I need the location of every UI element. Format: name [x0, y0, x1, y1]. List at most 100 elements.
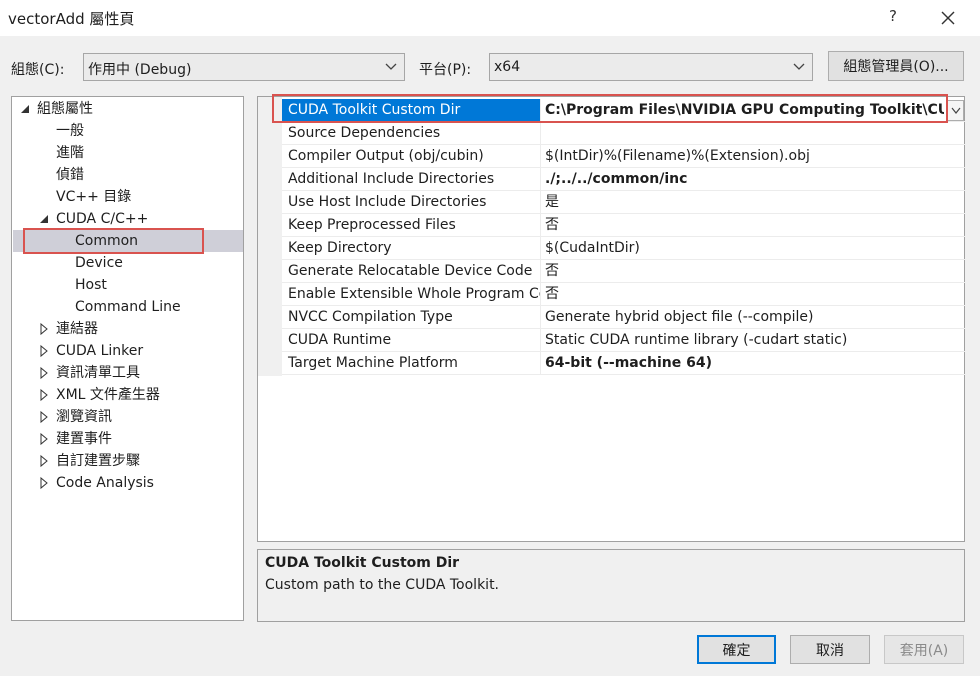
- tree-item-label: 自訂建置步驟: [56, 453, 140, 469]
- config-label: 組態(C):: [11, 62, 65, 78]
- collapsed-arrow-icon[interactable]: [39, 318, 49, 340]
- property-name: Generate Relocatable Device Code: [282, 260, 541, 282]
- property-name: Source Dependencies: [282, 122, 541, 144]
- property-row-additional-include-dirs[interactable]: Additional Include Directories ./;../../…: [282, 168, 965, 191]
- chevron-down-icon: [385, 63, 397, 70]
- tree-item-custom-build-step[interactable]: 自訂建置步驟: [12, 450, 243, 472]
- property-name: Enable Extensible Whole Program Compilat…: [282, 283, 541, 305]
- tree-item-label: Host: [75, 277, 107, 293]
- property-value[interactable]: 否: [542, 214, 945, 236]
- cancel-button[interactable]: 取消: [790, 635, 870, 664]
- tree-item-device[interactable]: Device: [12, 252, 243, 274]
- close-button[interactable]: [938, 8, 958, 28]
- property-row-keep-preprocessed-files[interactable]: Keep Preprocessed Files 否: [282, 214, 965, 237]
- collapsed-arrow-icon[interactable]: [39, 428, 49, 450]
- chevron-down-icon: [951, 107, 961, 114]
- platform-value: x64: [494, 59, 521, 75]
- tree-item-label: 建置事件: [56, 431, 112, 447]
- property-row-compiler-output[interactable]: Compiler Output (obj/cubin) $(IntDir)%(F…: [282, 145, 965, 168]
- property-value[interactable]: 否: [542, 283, 945, 305]
- collapsed-arrow-icon[interactable]: [39, 472, 49, 494]
- tree-item-label: 進階: [56, 145, 84, 161]
- collapsed-arrow-icon[interactable]: [39, 450, 49, 472]
- property-row-keep-directory[interactable]: Keep Directory $(CudaIntDir): [282, 237, 965, 260]
- property-value[interactable]: $(IntDir)%(Filename)%(Extension).obj: [542, 145, 945, 167]
- property-row-nvcc-compilation-type[interactable]: NVCC Compilation Type Generate hybrid ob…: [282, 306, 965, 329]
- property-row-enable-extensible-whole-program[interactable]: Enable Extensible Whole Program Compilat…: [282, 283, 965, 306]
- property-name: Keep Preprocessed Files: [282, 214, 541, 236]
- tree-item-linker[interactable]: 連結器: [12, 318, 243, 340]
- tree-item-debugging[interactable]: 偵錯: [12, 164, 243, 186]
- chevron-down-icon: [793, 63, 805, 70]
- grid-gutter: [258, 97, 282, 376]
- expanded-arrow-icon[interactable]: [20, 98, 30, 120]
- description-text: Custom path to the CUDA Toolkit.: [265, 577, 500, 593]
- tree-item-manifest-tool[interactable]: 資訊清單工具: [12, 362, 243, 384]
- property-name: Compiler Output (obj/cubin): [282, 145, 541, 167]
- window-title: vectorAdd 屬性頁: [8, 10, 135, 28]
- expanded-arrow-icon[interactable]: [39, 208, 49, 230]
- property-value[interactable]: Static CUDA runtime library (-cudart sta…: [542, 329, 945, 351]
- tree-item-host[interactable]: Host: [12, 274, 243, 296]
- selection-highlight-box: [23, 228, 204, 254]
- tree-item-label: Device: [75, 255, 123, 271]
- config-dropdown[interactable]: 作用中 (Debug): [83, 53, 405, 81]
- description-title: CUDA Toolkit Custom Dir: [265, 555, 460, 571]
- tree-item-code-analysis[interactable]: Code Analysis: [12, 472, 243, 494]
- apply-button[interactable]: 套用(A): [884, 635, 964, 664]
- property-row-source-dependencies[interactable]: Source Dependencies: [282, 122, 965, 145]
- config-manager-button[interactable]: 組態管理員(O)...: [828, 51, 964, 81]
- property-value[interactable]: [542, 122, 945, 144]
- value-dropdown-button[interactable]: [947, 100, 964, 121]
- property-grid: CUDA Toolkit Custom Dir C:\Program Files…: [257, 94, 965, 542]
- property-value[interactable]: 64-bit (--machine 64): [542, 352, 945, 374]
- collapsed-arrow-icon[interactable]: [39, 384, 49, 406]
- collapsed-arrow-icon[interactable]: [39, 406, 49, 428]
- property-tree: 組態屬性 一般 進階 偵錯 VC++ 目錄 CUDA C/C++ Common …: [11, 96, 244, 621]
- property-value[interactable]: ./;../../common/inc: [542, 168, 945, 190]
- close-icon: [941, 11, 955, 25]
- highlight-box: [272, 94, 948, 123]
- property-row-use-host-include-dirs[interactable]: Use Host Include Directories 是: [282, 191, 965, 214]
- collapsed-arrow-icon[interactable]: [39, 362, 49, 384]
- tree-item-label: 資訊清單工具: [56, 365, 140, 381]
- property-value[interactable]: 是: [542, 191, 945, 213]
- tree-item-cuda-linker[interactable]: CUDA Linker: [12, 340, 243, 362]
- tree-item-label: VC++ 目錄: [56, 189, 132, 205]
- tree-item-label: 組態屬性: [37, 101, 93, 117]
- property-value[interactable]: $(CudaIntDir): [542, 237, 945, 259]
- tree-item-advanced[interactable]: 進階: [12, 142, 243, 164]
- collapsed-arrow-icon[interactable]: [39, 340, 49, 362]
- tree-item-config-properties[interactable]: 組態屬性: [12, 98, 243, 120]
- tree-item-general[interactable]: 一般: [12, 120, 243, 142]
- tree-item-xml-doc-generator[interactable]: XML 文件產生器: [12, 384, 243, 406]
- tree-item-label: Command Line: [75, 299, 181, 315]
- platform-label: 平台(P):: [419, 62, 472, 78]
- help-button[interactable]: ?: [886, 7, 900, 25]
- platform-dropdown[interactable]: x64: [489, 53, 813, 81]
- tree-item-label: 偵錯: [56, 167, 84, 183]
- property-value[interactable]: Generate hybrid object file (--compile): [542, 306, 945, 328]
- property-name: CUDA Runtime: [282, 329, 541, 351]
- tree-item-build-events[interactable]: 建置事件: [12, 428, 243, 450]
- tree-item-cuda-cpp[interactable]: CUDA C/C++: [12, 208, 243, 230]
- tree-item-label: CUDA C/C++: [56, 211, 149, 227]
- tree-item-vc-directories[interactable]: VC++ 目錄: [12, 186, 243, 208]
- description-panel: CUDA Toolkit Custom Dir Custom path to t…: [257, 549, 965, 622]
- tree-item-label: CUDA Linker: [56, 343, 144, 359]
- property-name: Target Machine Platform: [282, 352, 541, 374]
- tree-item-command-line[interactable]: Command Line: [12, 296, 243, 318]
- tree-item-label: Code Analysis: [56, 475, 154, 491]
- property-row-cuda-runtime[interactable]: CUDA Runtime Static CUDA runtime library…: [282, 329, 965, 352]
- property-row-generate-relocatable-device-code[interactable]: Generate Relocatable Device Code 否: [282, 260, 965, 283]
- property-name: Keep Directory: [282, 237, 541, 259]
- property-name: Use Host Include Directories: [282, 191, 541, 213]
- property-name: Additional Include Directories: [282, 168, 541, 190]
- tree-item-browse-info[interactable]: 瀏覽資訊: [12, 406, 243, 428]
- property-name: NVCC Compilation Type: [282, 306, 541, 328]
- config-value: 作用中 (Debug): [88, 62, 192, 78]
- property-row-target-machine-platform[interactable]: Target Machine Platform 64-bit (--machin…: [282, 352, 965, 375]
- ok-button[interactable]: 確定: [697, 635, 776, 664]
- tree-item-label: 一般: [56, 123, 84, 139]
- property-value[interactable]: 否: [542, 260, 945, 282]
